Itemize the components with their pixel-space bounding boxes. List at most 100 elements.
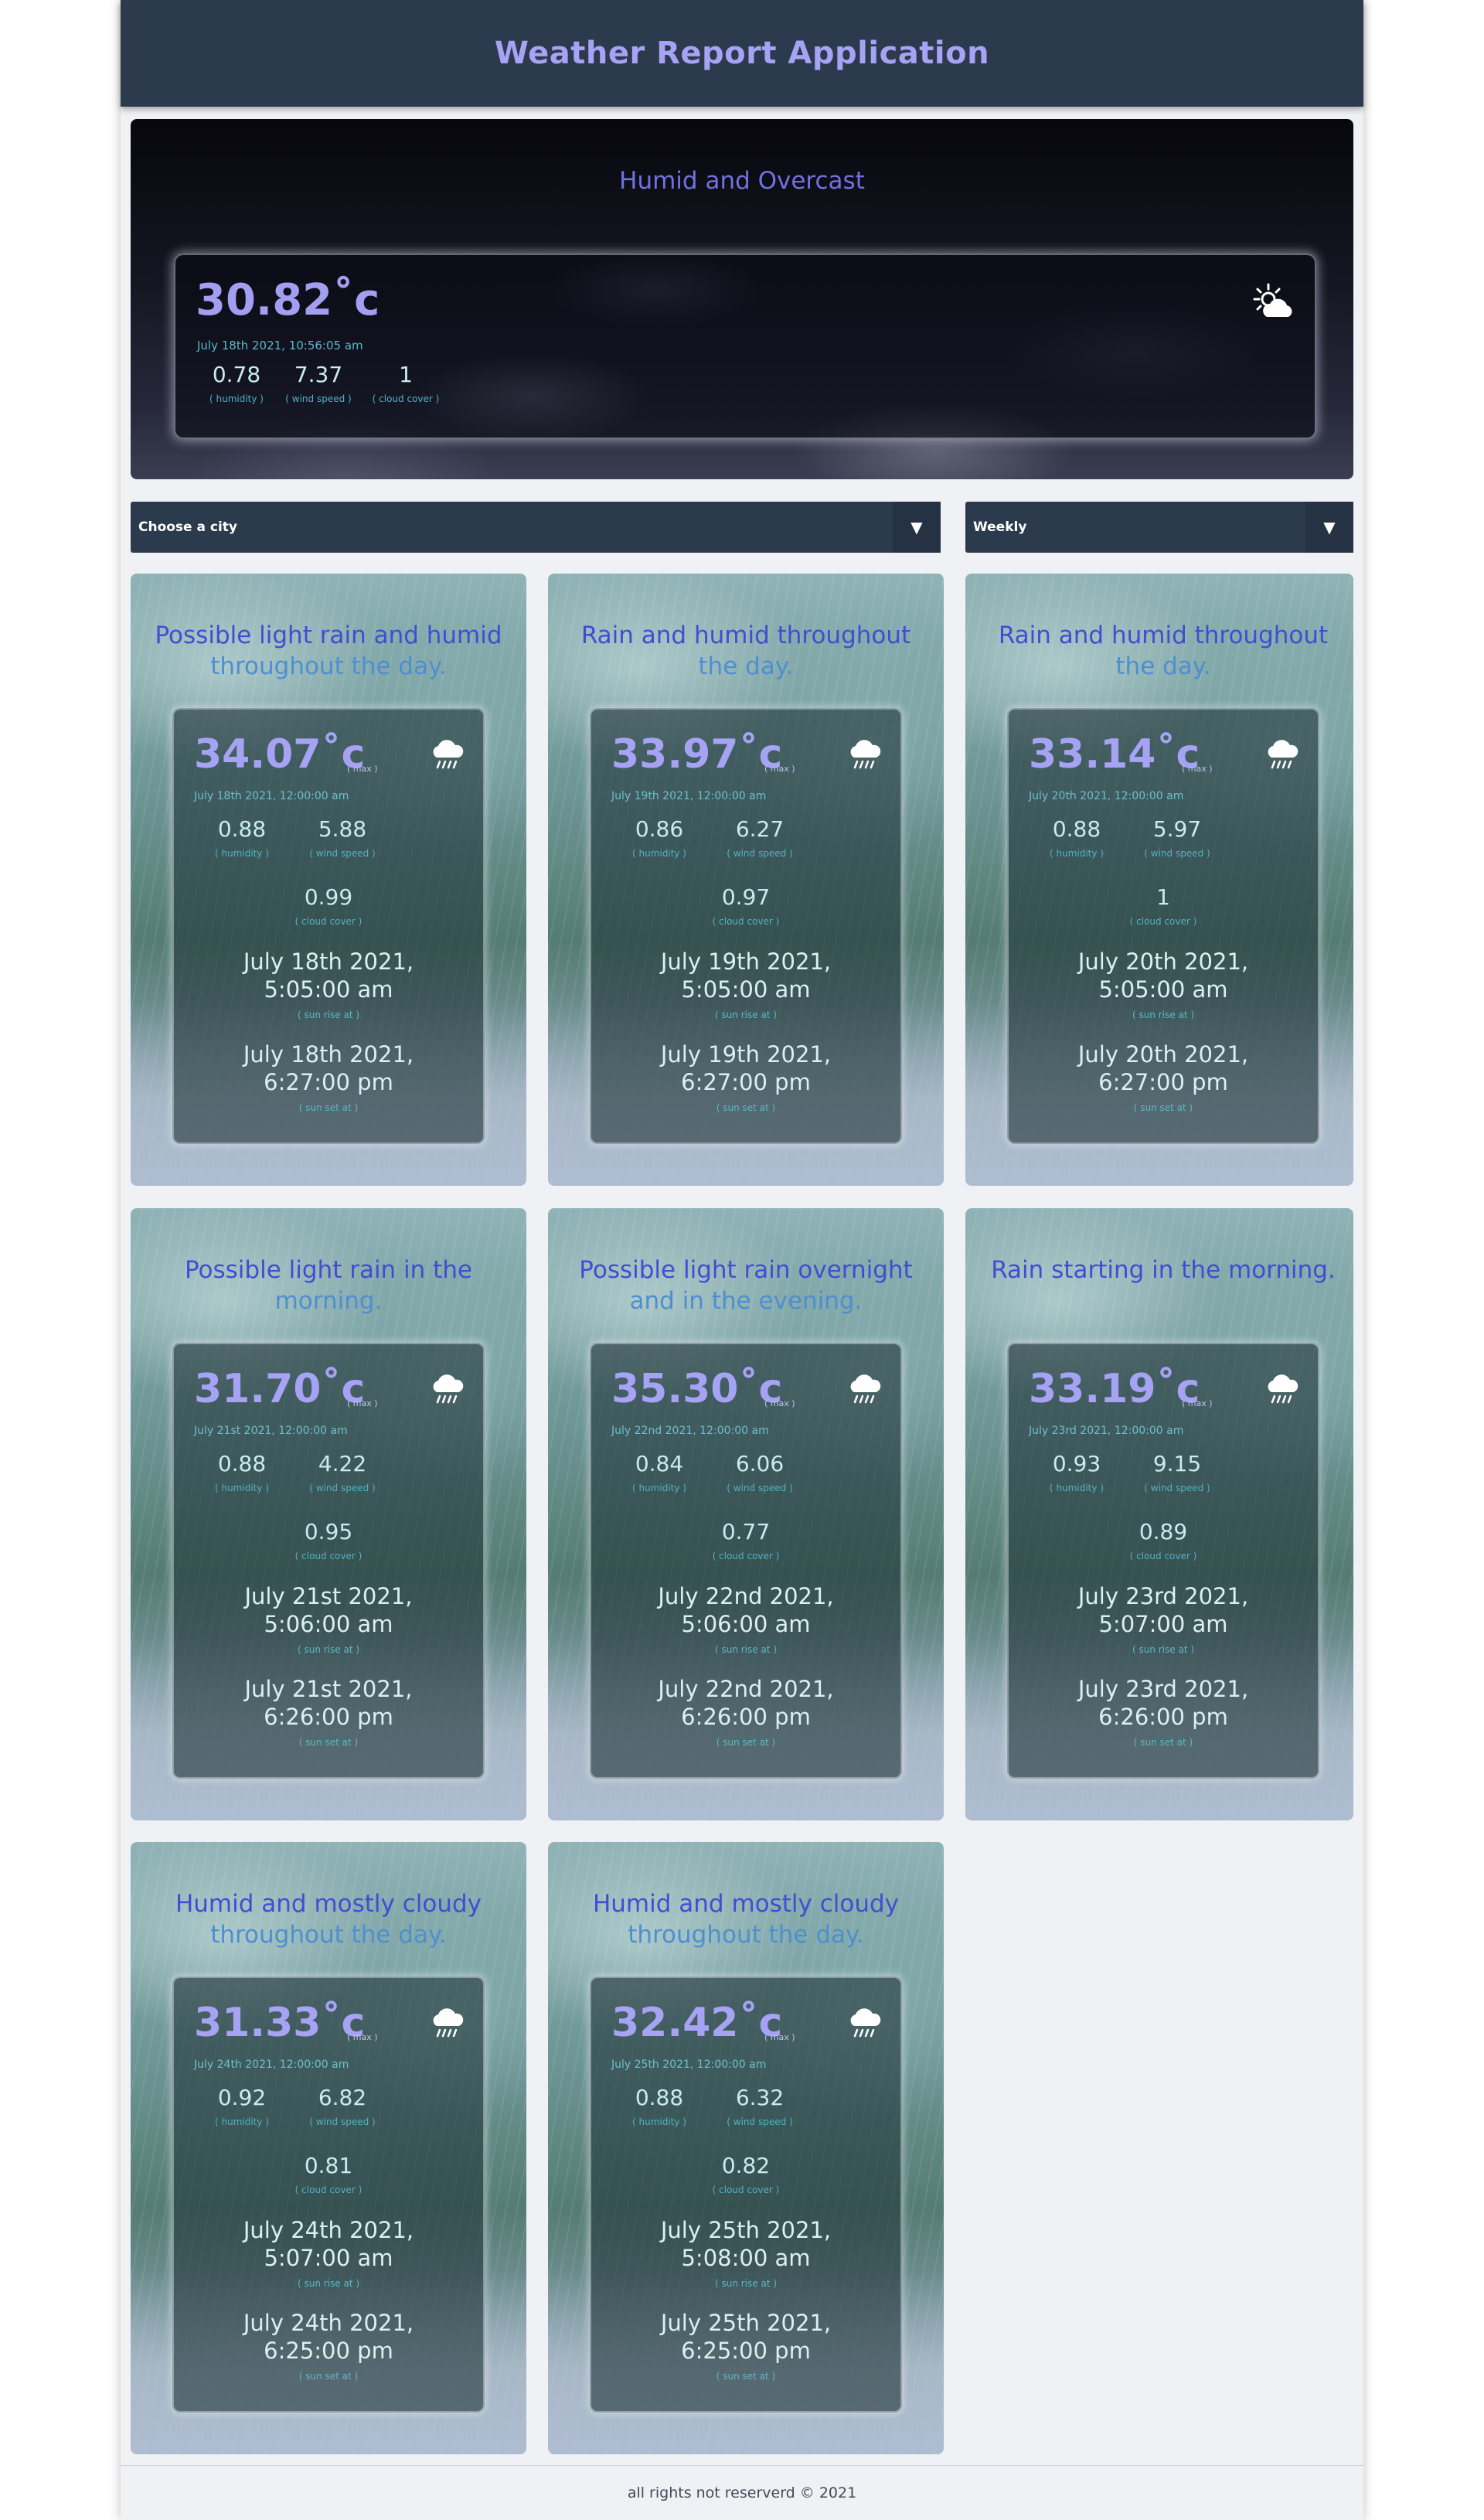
forecast-max-temperature: 31.33˚c (194, 2000, 366, 2046)
humidity-label: ( humidity ) (215, 848, 269, 859)
humidity-label: ( humidity ) (632, 2116, 686, 2127)
forecast-wind-speed: 5.88 ( wind speed ) (296, 816, 389, 859)
sunset-date: July 24th 2021, (243, 2310, 414, 2336)
forecast-card: Rain starting in the morning. 33.19˚c ( … (965, 1208, 1353, 1820)
sunrise-label: ( sun rise at ) (714, 2278, 778, 2289)
cloud-cover-label: ( cloud cover ) (1129, 1551, 1197, 1561)
forecast-humidity: 0.92 ( humidity ) (196, 2085, 288, 2127)
sunset-date: July 20th 2021, (1077, 1041, 1249, 1068)
forecast-cloud-row: 1 ( cloud cover ) (1009, 884, 1318, 927)
forecast-summary: Possible light rain overnight and in the… (563, 1255, 928, 1316)
forecast-sunset: July 21st 2021, 6:26:00 pm ( sun set at … (174, 1675, 483, 1748)
forecast-sunrise: July 24th 2021, 5:07:00 am ( sun rise at… (174, 2216, 483, 2289)
forecast-detail-card: 31.70˚c ( max ) July 21st 2021, 12:00:00… (172, 1343, 485, 1779)
humidity-label: ( humidity ) (1050, 848, 1104, 859)
forecast-max-temperature: 33.19˚c (1029, 1366, 1200, 1412)
period-select[interactable]: Weekly ▼ (965, 502, 1353, 553)
rain-icon (848, 1372, 882, 1408)
wind-speed-value: 5.97 (1152, 816, 1202, 842)
forecast-wind-speed: 4.22 ( wind speed ) (296, 1451, 389, 1493)
app-header: Weather Report Application (121, 0, 1363, 107)
forecast-card: Humid and mostly cloudy throughout the d… (131, 1842, 526, 2454)
humidity-label: ( humidity ) (215, 2116, 269, 2127)
cloud-cover-value: 0.81 (304, 2153, 353, 2178)
forecast-summary-line-2: the day. (1115, 652, 1211, 680)
sunrise-label: ( sun rise at ) (1132, 1644, 1195, 1655)
period-select-value: Weekly (973, 519, 1027, 535)
max-label: ( max ) (1182, 764, 1213, 774)
forecast-cloud-row: 0.81 ( cloud cover ) (174, 2153, 483, 2195)
wind-speed-value: 6.82 (318, 2085, 367, 2110)
sunrise-date: July 23rd 2021, (1077, 1583, 1249, 1609)
forecast-stats-row: 0.88 ( humidity ) 5.88 ( wind speed ) (196, 816, 389, 859)
chevron-down-icon[interactable]: ▼ (1305, 502, 1353, 553)
cloud-cover-label: ( cloud cover ) (712, 1551, 780, 1561)
app-title: Weather Report Application (494, 36, 990, 71)
humidity-label: ( humidity ) (632, 1483, 686, 1493)
forecast-sunset: July 23rd 2021, 6:26:00 pm ( sun set at … (1009, 1675, 1318, 1748)
forecast-card: Possible light rain in the morning. 31.7… (131, 1208, 526, 1820)
forecast-summary-line-1: Rain and humid throughout (998, 621, 1329, 649)
sunset-time: 6:26:00 pm (681, 1704, 811, 1730)
forecast-sunset: July 22nd 2021, 6:26:00 pm ( sun set at … (591, 1675, 900, 1748)
forecast-card: Rain and humid throughout the day. 33.14… (965, 574, 1353, 1186)
cloud-cover-value: 0.89 (1139, 1519, 1188, 1544)
rain-icon (431, 1372, 465, 1408)
cloud-cover-value: 1 (399, 362, 413, 387)
sunrise-date: July 19th 2021, (660, 948, 832, 975)
page-footer: all rights not reserverd © 2021 (121, 2465, 1363, 2520)
city-select[interactable]: Choose a city ▼ (131, 502, 941, 553)
cloud-cover-value: 0.99 (304, 884, 353, 910)
sunset-label: ( sun set at ) (716, 1737, 776, 1748)
forecast-date: July 22nd 2021, 12:00:00 am (611, 1425, 769, 1437)
app-container: Weather Report Application Humid and Ove… (121, 0, 1363, 2520)
forecast-summary-line-2: throughout the day. (210, 652, 447, 680)
forecast-max-temperature: 35.30˚c (611, 1366, 783, 1412)
sunrise-time: 5:06:00 am (264, 1611, 393, 1637)
forecast-wind-speed: 6.27 ( wind speed ) (713, 816, 806, 859)
wind-speed-label: ( wind speed ) (309, 2116, 376, 2127)
humidity-value: 0.86 (635, 816, 684, 842)
forecast-date: July 25th 2021, 12:00:00 am (611, 2059, 767, 2071)
forecast-max-temperature: 33.14˚c (1029, 731, 1200, 778)
sunrise-label: ( sun rise at ) (714, 1644, 778, 1655)
sunset-label: ( sun set at ) (1133, 1737, 1193, 1748)
forecast-date: July 23rd 2021, 12:00:00 am (1029, 1425, 1184, 1437)
wind-speed-label: ( wind speed ) (309, 848, 376, 859)
sunrise-time: 5:08:00 am (681, 2245, 811, 2271)
current-summary: Humid and Overcast (619, 167, 865, 195)
wind-speed-label: ( wind speed ) (1144, 1483, 1210, 1493)
forecast-wind-speed: 9.15 ( wind speed ) (1131, 1451, 1224, 1493)
forecast-cloud-cover: 0.99 ( cloud cover ) (295, 884, 362, 927)
forecast-stats-row: 0.88 ( humidity ) 6.32 ( wind speed ) (613, 2085, 806, 2127)
cloud-cover-value: 0.82 (721, 2153, 771, 2178)
forecast-sunset: July 18th 2021, 6:27:00 pm ( sun set at … (174, 1040, 483, 1113)
forecast-cloud-cover: 0.77 ( cloud cover ) (713, 1519, 780, 1561)
forecast-summary: Possible light rain and humid throughout… (146, 620, 511, 682)
sunrise-date: July 18th 2021, (243, 948, 414, 975)
sunset-date: July 18th 2021, (243, 1041, 414, 1068)
forecast-cloud-row: 0.99 ( cloud cover ) (174, 884, 483, 927)
current-wind-speed: 7.37 ( wind speed ) (277, 362, 359, 404)
humidity-value: 0.88 (217, 1451, 267, 1476)
humidity-value: 0.88 (635, 2085, 684, 2110)
forecast-cloud-cover: 0.89 ( cloud cover ) (1130, 1519, 1197, 1561)
wind-speed-label: ( wind speed ) (727, 1483, 793, 1493)
forecast-summary: Possible light rain in the morning. (146, 1255, 511, 1316)
max-label: ( max ) (347, 2032, 378, 2042)
cloud-cover-value: 0.77 (721, 1519, 771, 1544)
humidity-value: 0.93 (1052, 1451, 1101, 1476)
cloud-cover-label: ( cloud cover ) (294, 916, 362, 927)
chevron-down-icon[interactable]: ▼ (893, 502, 941, 553)
forecast-card: Possible light rain and humid throughout… (131, 574, 526, 1186)
forecast-cloud-row: 0.95 ( cloud cover ) (174, 1519, 483, 1561)
forecast-max-temperature: 34.07˚c (194, 731, 366, 778)
forecast-summary-line-2: the day. (698, 652, 794, 680)
forecast-date: July 20th 2021, 12:00:00 am (1029, 790, 1184, 802)
forecast-wind-speed: 5.97 ( wind speed ) (1131, 816, 1224, 859)
forecast-date: July 21st 2021, 12:00:00 am (194, 1425, 348, 1437)
forecast-humidity: 0.86 ( humidity ) (613, 816, 706, 859)
sunset-label: ( sun set at ) (298, 1102, 359, 1113)
sunrise-date: July 24th 2021, (243, 2217, 414, 2243)
sunrise-time: 5:07:00 am (264, 2245, 393, 2271)
